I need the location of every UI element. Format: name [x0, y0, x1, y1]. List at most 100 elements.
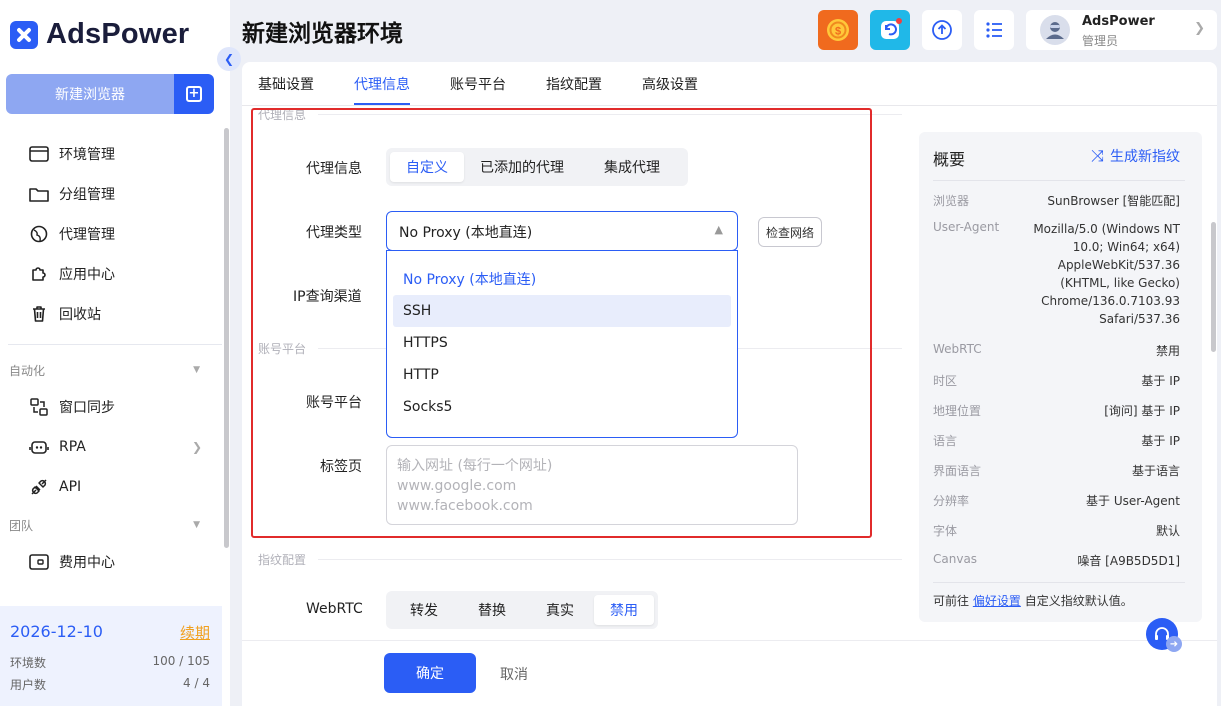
collapse-sidebar-button[interactable]: ❮ [217, 47, 241, 71]
tab-account-platform[interactable]: 账号平台 [450, 74, 506, 94]
renew-link[interactable]: 续期 [180, 622, 210, 643]
user-role: 管理员 [1082, 34, 1119, 48]
app-name: AdsPower [46, 18, 190, 50]
proxy-type-option[interactable]: HTTPS [393, 327, 731, 359]
proxy-info-label: 代理信息 [306, 161, 362, 177]
caret-down-icon: ▼ [193, 365, 200, 375]
sidebar-item-label: 费用中心 [59, 555, 115, 571]
overview-row: 界面语言 基于语言 [933, 464, 1180, 478]
overview-footnote: 可前往 偏好设置 自定义指纹默认值。 [933, 594, 1133, 608]
avatar [1040, 15, 1070, 45]
webrtc-option-disabled[interactable]: 禁用 [594, 595, 654, 625]
app-logo: AdsPower [10, 18, 189, 51]
placeholder-line: www.facebook.com [397, 498, 533, 514]
active-tab-indicator [354, 103, 410, 105]
caret-down-icon: ▼ [193, 520, 200, 530]
team-section-title[interactable]: 团队 ▼ [0, 508, 230, 542]
overview-panel: 概要 ⤨ 生成新指纹 浏览器 SunBrowser [智能匹配] User-Ag… [919, 132, 1202, 622]
settings-tabs: 基础设置 代理信息 账号平台 指纹配置 高级设置 [242, 62, 1217, 106]
sidebar-item-billing[interactable]: 费用中心 [0, 542, 230, 582]
preferences-link[interactable]: 偏好设置 [973, 594, 1021, 608]
refresh-update-icon[interactable] [870, 10, 910, 50]
page-title: 新建浏览器环境 [242, 21, 403, 47]
tab-fingerprint-config[interactable]: 指纹配置 [546, 74, 602, 94]
webrtc-segmented: 转发 替换 真实 禁用 [386, 591, 658, 629]
startup-urls-textarea[interactable]: 输入网址 (每行一个网址) www.google.com www.faceboo… [386, 445, 798, 525]
proxy-type-select[interactable]: No Proxy (本地直连) ▲ [386, 211, 738, 251]
proxy-type-option[interactable]: HTTP [393, 359, 731, 391]
proxy-type-label: 代理类型 [306, 225, 362, 241]
proxy-option-saved[interactable]: 已添加的代理 [464, 152, 580, 182]
cancel-button[interactable]: 取消 [500, 664, 528, 684]
sidebar-scrollbar[interactable] [224, 128, 229, 548]
account-group-title: 账号平台 [258, 342, 307, 356]
sidebar-item-api[interactable]: API [0, 467, 230, 507]
proxy-type-value: No Proxy (本地直连) [399, 225, 533, 241]
plan-expiry-date: 2026-12-10 [10, 622, 103, 641]
overview-row: 分辨率 基于 User-Agent [933, 494, 1180, 508]
sidebar-item-label: 应用中心 [59, 267, 115, 283]
shuffle-icon: ⤨ [1091, 146, 1104, 165]
sidebar-item-app-center[interactable]: 应用中心 [0, 254, 230, 294]
user-count-row: 用户数 4 / 4 [10, 676, 210, 692]
tab-basic-settings[interactable]: 基础设置 [258, 74, 314, 94]
proxy-option-integrated[interactable]: 集成代理 [580, 152, 684, 182]
tab-proxy-info[interactable]: 代理信息 [354, 74, 410, 94]
batch-add-button[interactable]: + [174, 74, 214, 114]
sidebar-item-label: 分组管理 [59, 187, 115, 203]
browser-window-icon [28, 143, 50, 165]
tabs-label: 标签页 [320, 459, 362, 475]
proxy-type-dropdown: No Proxy (本地直连) SSH HTTPS HTTP Socks5 [386, 250, 738, 438]
svg-text:$: $ [835, 26, 841, 38]
task-list-icon[interactable] [974, 10, 1014, 50]
webrtc-option-real[interactable]: 真实 [526, 595, 594, 625]
arrow-right-icon[interactable]: ➜ [1166, 636, 1182, 652]
sidebar-item-label: 代理管理 [59, 227, 115, 243]
confirm-button[interactable]: 确定 [384, 653, 476, 693]
plan-info: 2026-12-10 续期 环境数 100 / 105 用户数 4 / 4 [0, 606, 222, 706]
sidebar-item-label: RPA [59, 439, 86, 455]
team-nav: 团队 ▼ 费用中心 [0, 508, 230, 582]
main-scrollbar[interactable] [1211, 222, 1216, 352]
chevron-up-icon: ▲ [714, 223, 723, 236]
globe-icon [28, 223, 50, 245]
folder-icon [28, 183, 50, 205]
tab-advanced-settings[interactable]: 高级设置 [642, 74, 698, 94]
trash-icon [28, 303, 50, 325]
check-network-button[interactable]: 检查网络 [758, 217, 822, 247]
sidebar-item-proxy-management[interactable]: 代理管理 [0, 214, 230, 254]
proxy-option-custom[interactable]: 自定义 [390, 152, 464, 182]
sidebar-item-group-management[interactable]: 分组管理 [0, 174, 230, 214]
wallet-icon [28, 551, 50, 573]
account-platform-label: 账号平台 [306, 395, 362, 411]
webrtc-label: WebRTC [306, 601, 363, 617]
overview-row: 地理位置 [询问] 基于 IP [933, 404, 1180, 418]
sidebar-item-rpa[interactable]: RPA ❯ [0, 427, 230, 467]
sync-windows-icon [28, 396, 50, 418]
generate-fingerprint-button[interactable]: ⤨ 生成新指纹 [1091, 146, 1180, 166]
sidebar-item-label: 回收站 [59, 307, 101, 323]
divider [318, 114, 902, 115]
upload-sync-icon[interactable] [922, 10, 962, 50]
sidebar-item-env-management[interactable]: 环境管理 [0, 134, 230, 174]
proxy-type-option[interactable]: Socks5 [393, 391, 731, 423]
main-panel: 基础设置 代理信息 账号平台 指纹配置 高级设置 代理信息 代理信息 自定义 已… [242, 62, 1217, 640]
sidebar-item-label: API [59, 479, 82, 495]
webrtc-option-replace[interactable]: 替换 [458, 595, 526, 625]
sidebar-item-recycle-bin[interactable]: 回收站 [0, 294, 230, 334]
sidebar: AdsPower 新建浏览器 + 环境管理 分组管理 代理管理 应用中心 回收站… [0, 0, 230, 706]
proxy-type-option[interactable]: No Proxy (本地直连) [393, 263, 731, 295]
divider [933, 180, 1185, 181]
sidebar-item-label: 环境管理 [59, 147, 115, 163]
new-browser-button[interactable]: 新建浏览器 [6, 74, 174, 114]
sidebar-item-window-sync[interactable]: 窗口同步 [0, 387, 230, 427]
proxy-group-title: 代理信息 [258, 108, 307, 122]
automation-section-title[interactable]: 自动化 ▼ [0, 353, 230, 387]
placeholder-line: www.google.com [397, 478, 517, 494]
proxy-type-option[interactable]: SSH [393, 295, 731, 327]
overview-title: 概要 [933, 150, 966, 169]
user-menu[interactable]: AdsPower 管理员 ❯ [1026, 10, 1217, 50]
promo-coin-icon[interactable]: $ [818, 10, 858, 50]
user-name: AdsPower [1082, 14, 1155, 29]
webrtc-option-forward[interactable]: 转发 [390, 595, 458, 625]
